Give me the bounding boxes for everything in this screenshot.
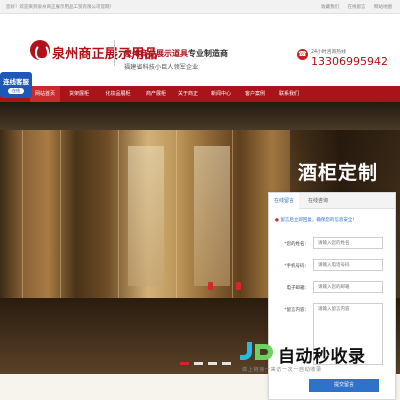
watermark: 自动秒收录 做上链接一来访一次一自动收录 xyxy=(238,340,388,380)
email-label: 电子邮箱： xyxy=(286,286,310,291)
slider-dot[interactable] xyxy=(222,362,231,365)
nav-item-news[interactable]: 新闻中心 xyxy=(206,86,236,102)
slogan-rest: 专业制造商 xyxy=(188,49,228,58)
nav-item-home[interactable]: 网站首页 xyxy=(30,86,60,102)
hotline-number: 13306995942 xyxy=(311,55,388,68)
banner-panel-line xyxy=(60,130,61,298)
slogan-line1: 泉州商业展示道具专业制造商 xyxy=(124,48,228,59)
banner-panel-line xyxy=(22,130,23,298)
banner-ceiling xyxy=(0,102,400,130)
tab-online-consult[interactable]: 在线咨询 xyxy=(303,193,333,209)
brand-mark-icon xyxy=(30,40,50,60)
phone-icon: ☎ xyxy=(297,49,308,60)
name-input[interactable] xyxy=(313,237,383,249)
banner-door xyxy=(194,146,230,286)
nav-item-cosmetics[interactable]: 化妆品展柜 xyxy=(100,86,136,102)
banner-decor xyxy=(236,282,241,290)
message-link[interactable]: 在线留言 xyxy=(348,5,366,10)
service-sub: 在线 xyxy=(8,88,24,94)
main-nav: 网站首页 货架展柜 化妆品展柜 商产展柜 关于商正 新闻中心 客户案例 联系我们 xyxy=(0,86,400,102)
header-divider xyxy=(114,40,115,66)
nav-item-cases[interactable]: 客户案例 xyxy=(240,86,270,102)
phone-input[interactable] xyxy=(313,259,383,271)
watermark-logo xyxy=(238,340,278,362)
banner-door xyxy=(128,146,164,286)
online-service-badge[interactable]: 连线客服 在线 xyxy=(0,72,32,98)
hotline-label: 24小时咨询热线 xyxy=(311,50,346,55)
banner-decor xyxy=(208,282,213,290)
welcome-text: 您好！欢迎来到泉州商正展示用品工贸有限公司官网！ xyxy=(6,5,114,10)
page: 您好！欢迎来到泉州商正展示用品工贸有限公司官网！ 收藏我们 在线留言 网站地图 … xyxy=(0,0,400,400)
watermark-d-icon xyxy=(255,344,273,360)
watermark-title: 自动秒收录 xyxy=(278,347,366,367)
bookmark-link[interactable]: 收藏我们 xyxy=(321,5,339,10)
slider-dot[interactable] xyxy=(194,362,203,365)
notice-text: 留言后立即回复，确保您的信息安全！ xyxy=(280,218,357,223)
tab-online-message[interactable]: 在线留言 xyxy=(269,193,300,209)
slider-dot[interactable] xyxy=(180,362,189,365)
banner-title: 酒柜定制 xyxy=(298,162,379,184)
nav-item-contact[interactable]: 联系我们 xyxy=(274,86,304,102)
slogan-highlight: 泉州商业展示道具 xyxy=(124,49,188,58)
submit-button[interactable]: 提交留言 xyxy=(309,379,379,392)
top-bar: 您好！欢迎来到泉州商正展示用品工贸有限公司官网！ 收藏我们 在线留言 网站地图 xyxy=(0,0,400,14)
message-tabs: 在线留言 在线咨询 xyxy=(269,193,395,209)
content-label: *留言内容： xyxy=(284,308,309,313)
banner-panel-line xyxy=(232,130,233,298)
watermark-j-icon xyxy=(240,342,252,360)
top-links: 收藏我们 在线留言 网站地图 xyxy=(314,4,392,10)
nav-item-about[interactable]: 关于商正 xyxy=(174,86,202,102)
sitemap-link[interactable]: 网站地图 xyxy=(374,5,392,10)
slogan: 泉州商业展示道具专业制造商 福建省科技小巨人领军企业 xyxy=(124,48,228,71)
site-header: 泉州商正展示用品 泉州商业展示道具专业制造商 福建省科技小巨人领军企业 ☎ 24… xyxy=(0,14,400,86)
phone-label: *手机号码： xyxy=(284,264,309,269)
slogan-line2: 福建省科技小巨人领军企业 xyxy=(124,64,199,71)
watermark-subtitle: 做上链接一来访一次一自动收录 xyxy=(242,367,322,373)
email-input[interactable] xyxy=(313,281,383,293)
slider-dot[interactable] xyxy=(208,362,217,365)
notice-icon: ● xyxy=(275,218,279,223)
service-title: 连线客服 xyxy=(3,78,29,86)
name-label: *您的姓名： xyxy=(284,242,309,247)
banner-panel-line xyxy=(176,130,177,298)
nav-item-products[interactable]: 商产展柜 xyxy=(140,86,172,102)
message-notice: ● 留言后立即回复，确保您的信息安全！ xyxy=(275,217,357,223)
nav-item-shelves[interactable]: 货架展柜 xyxy=(64,86,94,102)
banner-panel-line xyxy=(118,130,119,298)
